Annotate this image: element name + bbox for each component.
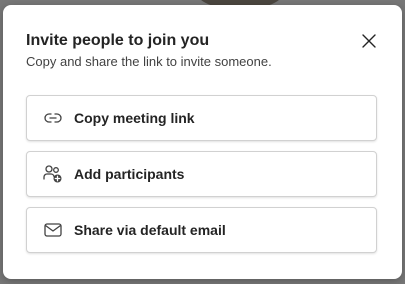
link-icon [43,108,63,128]
invite-dialog: Invite people to join you Copy and share… [3,5,402,279]
share-via-email-label: Share via default email [74,222,226,238]
close-icon [362,33,376,53]
dialog-subtitle: Copy and share the link to invite someon… [26,54,272,69]
share-via-email-button[interactable]: Share via default email [26,207,377,253]
add-participants-button[interactable]: Add participants [26,151,377,197]
add-participants-label: Add participants [74,166,185,182]
copy-meeting-link-label: Copy meeting link [74,110,195,126]
copy-meeting-link-button[interactable]: Copy meeting link [26,95,377,141]
dialog-title: Invite people to join you [26,32,210,49]
close-button[interactable] [359,33,379,53]
add-people-icon [43,164,63,184]
mail-icon [43,220,63,240]
